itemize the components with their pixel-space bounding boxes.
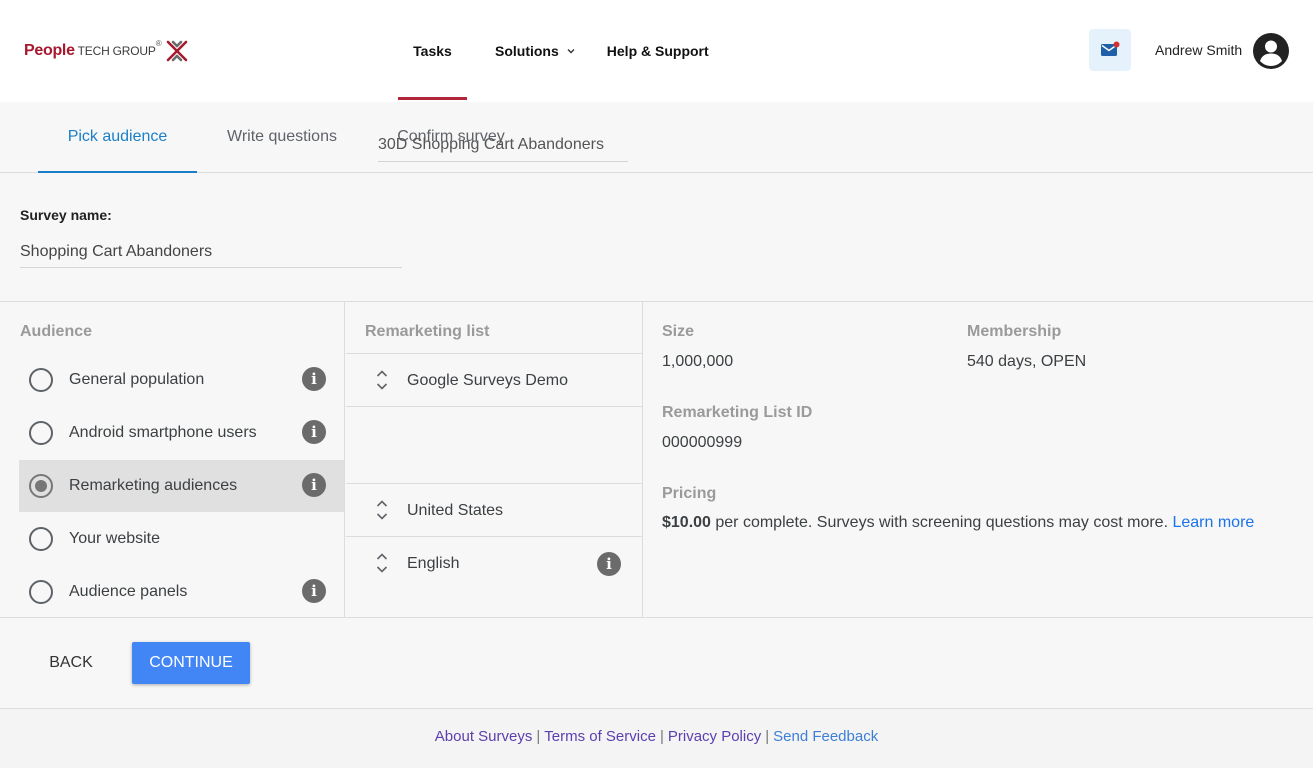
company-logo[interactable]: People TECH GROUP ® <box>24 37 190 65</box>
audience-option-label: Android smartphone users <box>69 424 257 441</box>
sort-arrows-icon <box>376 370 388 390</box>
size-label: Size <box>662 323 695 340</box>
pricing-text: $10.00 per complete. Surveys with screen… <box>662 514 1254 532</box>
notifications-button[interactable] <box>1089 29 1131 71</box>
info-icon[interactable]: i <box>302 473 326 497</box>
top-header: People TECH GROUP ® Tasks Solutions Help… <box>0 0 1313 102</box>
country-select-value: United States <box>407 502 504 519</box>
country-select[interactable]: United States <box>346 483 642 536</box>
footer-separator: | <box>659 728 664 745</box>
info-icon[interactable]: i <box>302 367 326 391</box>
list-select-row <box>346 406 642 483</box>
audience-option-label: Remarketing audiences <box>69 477 238 494</box>
terms-of-service-link[interactable]: Terms of Service <box>544 728 656 745</box>
send-feedback-link[interactable]: Send Feedback <box>773 728 878 745</box>
audience-option-panels[interactable]: Audience panels <box>19 566 344 618</box>
mail-icon <box>1101 41 1120 56</box>
pricing-description: per complete. Surveys with screening que… <box>710 514 1173 531</box>
sort-arrows-icon <box>376 500 388 520</box>
sort-arrows-icon <box>376 553 388 573</box>
audience-option-label: Audience panels <box>69 583 188 600</box>
back-button[interactable]: BACK <box>36 642 106 684</box>
audience-panels: Audience General population i Android sm… <box>0 301 1313 618</box>
nav-solutions[interactable]: Solutions <box>495 0 576 102</box>
logo-registered-mark: ® <box>155 39 162 48</box>
account-circle-icon[interactable] <box>1253 33 1289 69</box>
logo-mark-icon <box>166 40 187 62</box>
audience-option-remarketing[interactable]: Remarketing audiences <box>19 460 344 512</box>
survey-name-input[interactable] <box>20 236 402 268</box>
nav-tasks[interactable]: Tasks <box>398 0 467 102</box>
audience-option-label: General population <box>69 371 205 388</box>
audience-option-android-users[interactable]: Android smartphone users <box>19 407 344 459</box>
nav-solutions-label: Solutions <box>495 43 559 59</box>
footer-links: About Surveys | Terms of Service | Privacy P… <box>0 728 1313 745</box>
info-icon[interactable]: i <box>597 552 621 576</box>
tab-write-questions[interactable]: Write questions <box>210 102 354 172</box>
account-select-value: Google Surveys Demo <box>407 372 568 389</box>
nav-help-support[interactable]: Help & Support <box>607 0 709 102</box>
user-name[interactable]: Andrew Smith <box>1155 42 1242 58</box>
account-select[interactable]: Google Surveys Demo <box>346 353 642 406</box>
footer-separator: | <box>536 728 541 745</box>
language-select-value: English <box>407 555 460 572</box>
info-icon[interactable]: i <box>302 579 326 603</box>
nav-tasks-label: Tasks <box>413 43 452 59</box>
footer: About Surveys | Terms of Service | Privacy P… <box>0 708 1313 768</box>
membership-value: 540 days, OPEN <box>967 353 1087 370</box>
membership-label: Membership <box>967 323 1062 340</box>
audience-heading: Audience <box>20 323 93 340</box>
list-id-label: Remarketing List ID <box>662 404 813 421</box>
footer-separator: | <box>765 728 770 745</box>
remarketing-list-heading: Remarketing list <box>365 323 490 340</box>
pricing-label: Pricing <box>662 485 717 502</box>
audience-option-label: Your website <box>69 530 161 547</box>
main-nav: Tasks Solutions Help & Support <box>398 0 709 102</box>
survey-steps-tabs: Pick audience Write questions Confirm su… <box>0 102 1313 173</box>
tab-pick-audience[interactable]: Pick audience <box>38 102 197 173</box>
radio-button[interactable] <box>29 527 53 551</box>
chevron-down-icon <box>566 46 576 56</box>
radio-button[interactable] <box>29 368 53 392</box>
radio-button[interactable] <box>29 580 53 604</box>
size-value: 1,000,000 <box>662 353 734 370</box>
nav-help-label: Help & Support <box>606 43 709 59</box>
audience-option-general-population[interactable]: General population <box>19 354 344 406</box>
radio-button[interactable] <box>29 421 53 445</box>
list-id-value: 000000999 <box>662 434 743 451</box>
learn-more-link[interactable]: Learn more <box>1172 514 1254 531</box>
audience-option-your-website[interactable]: Your website <box>19 513 344 565</box>
radio-button-selected[interactable] <box>29 474 53 498</box>
info-icon[interactable]: i <box>302 420 326 444</box>
privacy-policy-link[interactable]: Privacy Policy <box>668 728 761 745</box>
logo-text-tech-group: TECH GROUP <box>77 44 156 58</box>
nav-active-indicator <box>398 97 467 100</box>
logo-text-people: People <box>24 42 75 59</box>
about-surveys-link[interactable]: About Surveys <box>435 728 533 745</box>
remarketing-list-input[interactable] <box>378 129 628 162</box>
column-divider <box>344 302 345 618</box>
price-value: $10.00 <box>662 514 711 531</box>
continue-button[interactable]: CONTINUE <box>132 642 250 684</box>
survey-name-label: Survey name: <box>20 207 112 223</box>
column-divider <box>642 302 643 618</box>
